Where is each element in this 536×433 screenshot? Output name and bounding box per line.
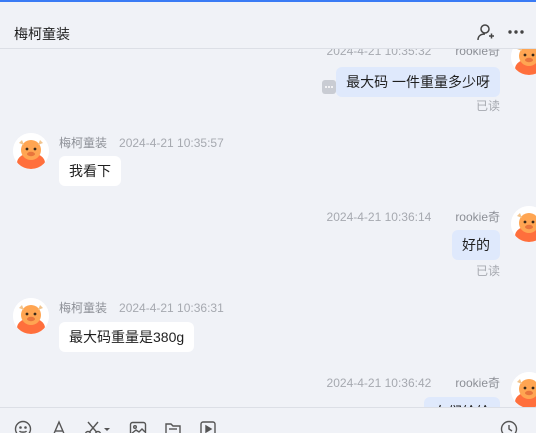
emoji-icon[interactable] [14, 420, 32, 433]
message-sender: rookie奇 [455, 49, 500, 58]
message-meta: 2024-4-21 10:36:42 rookie奇 [327, 374, 500, 391]
folder-icon[interactable] [164, 420, 182, 433]
font-icon[interactable] [50, 420, 68, 433]
message-time: 2024-4-21 10:35:57 [119, 136, 224, 150]
message-meta: 2024-4-21 10:35:32 rookie奇 [327, 49, 500, 59]
user-icon[interactable] [476, 22, 496, 42]
more-icon[interactable] [506, 22, 526, 42]
avatar[interactable] [511, 372, 536, 407]
message-sender: 梅柯童装 [59, 136, 108, 150]
history-icon[interactable] [500, 420, 518, 433]
message-bubble[interactable]: 最大码重量是380g [59, 322, 195, 352]
avatar[interactable] [511, 49, 536, 75]
chat-header: 梅柯童装 [0, 2, 536, 49]
message-bubble[interactable]: 好的 [452, 230, 500, 260]
message-sender: rookie奇 [455, 376, 500, 390]
message-meta: 梅柯童装 2024-4-21 10:36:31 [59, 299, 236, 316]
avatar[interactable] [13, 133, 49, 169]
scissors-icon[interactable] [84, 420, 112, 433]
read-status: 已读 [475, 99, 500, 113]
input-toolbar [0, 407, 536, 433]
chat-title: 梅柯童装 [14, 26, 70, 42]
message-sender: 梅柯童装 [59, 301, 108, 315]
message-time: 2024-4-21 10:36:42 [326, 376, 432, 390]
message-list[interactable]: 2024-4-21 10:35:32 rookie奇 最大码 一件重量多少呀 已读 [0, 49, 536, 407]
read-status: 已读 [475, 264, 500, 278]
message-meta: 梅柯童装 2024-4-21 10:35:57 [59, 134, 236, 151]
video-icon[interactable] [199, 420, 217, 433]
avatar[interactable] [13, 298, 49, 334]
avatar[interactable] [511, 206, 536, 242]
image-icon[interactable] [129, 420, 147, 433]
message-bubble[interactable]: 东们给给 [424, 397, 500, 407]
message-time: 2024-4-21 10:35:32 [326, 49, 432, 58]
message-bubble[interactable]: 最大码 一件重量多少呀 [336, 67, 500, 97]
message-sender: rookie奇 [455, 210, 500, 224]
more-icon[interactable] [322, 80, 336, 94]
message-bubble[interactable]: 我看下 [59, 156, 121, 186]
message-time: 2024-4-21 10:36:14 [326, 210, 432, 224]
message-meta: 2024-4-21 10:36:14 rookie奇 [327, 208, 500, 225]
message-time: 2024-4-21 10:36:31 [119, 301, 224, 315]
